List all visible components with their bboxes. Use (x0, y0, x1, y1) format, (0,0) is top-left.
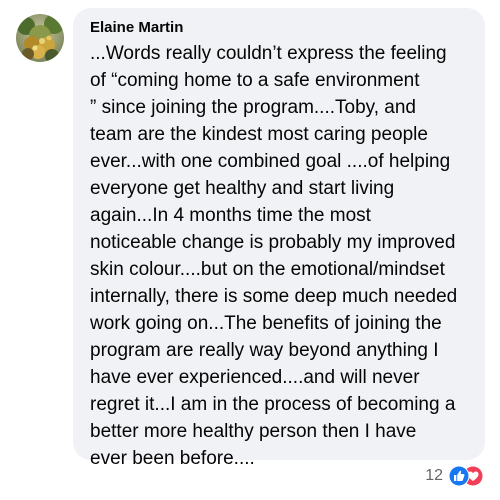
avatar-image (16, 14, 64, 62)
reaction-summary[interactable]: 12 (425, 465, 484, 487)
comment-author[interactable]: Elaine Martin (90, 18, 473, 38)
reaction-icons[interactable] (448, 465, 484, 487)
comment-text: ...Words really couldn’t express the fee… (90, 43, 458, 469)
comment-bubble: Elaine Martin ...Words really couldn’t e… (73, 8, 485, 469)
avatar[interactable] (16, 14, 64, 62)
reaction-count[interactable]: 12 (425, 467, 443, 485)
comment-container: Elaine Martin ...Words really couldn’t e… (0, 0, 500, 500)
like-icon (448, 465, 470, 487)
